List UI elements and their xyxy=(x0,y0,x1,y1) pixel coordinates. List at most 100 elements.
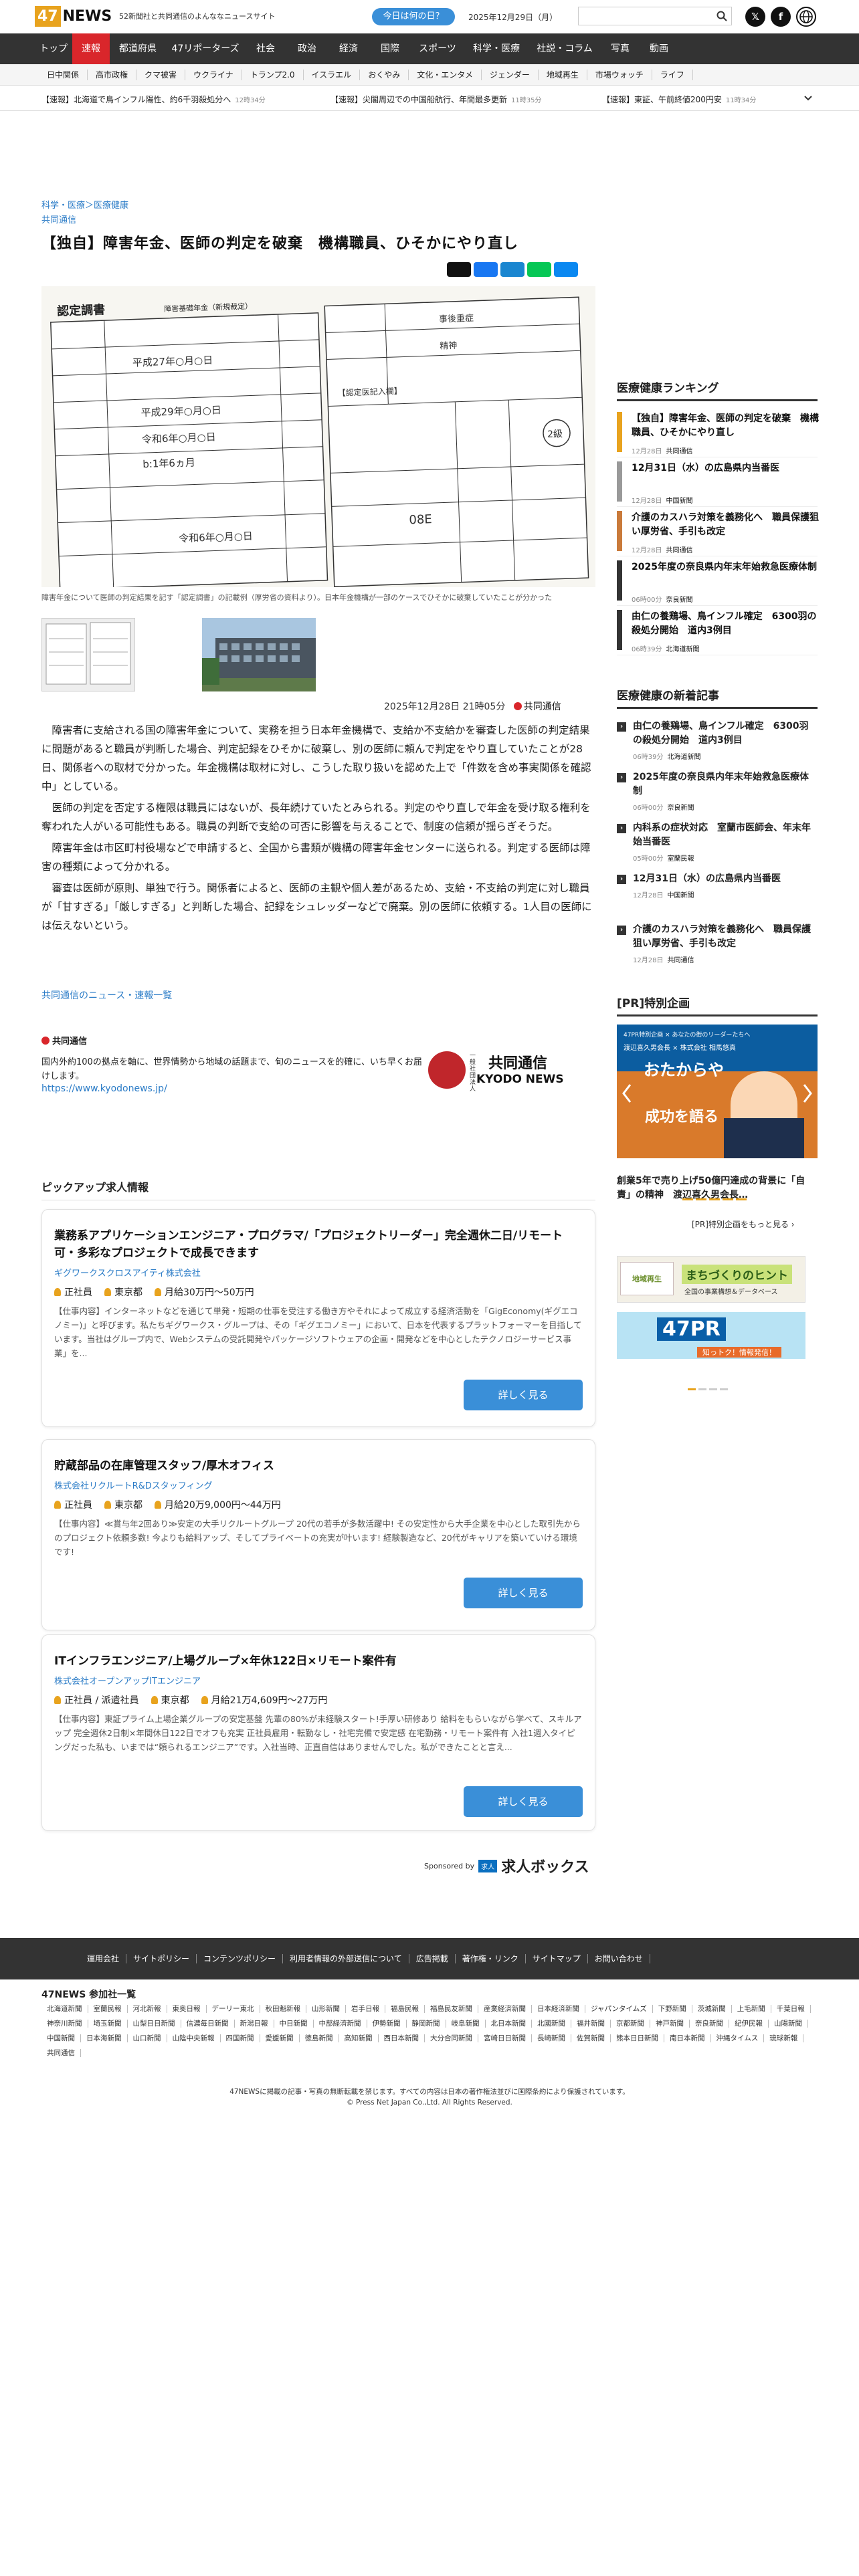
member-link[interactable]: 中部経済新聞 xyxy=(314,2020,367,2028)
carousel-next-icon[interactable] xyxy=(801,1083,814,1103)
member-link[interactable]: 山梨日日新聞 xyxy=(128,2020,181,2028)
ticker-item[interactable]: 【速報】尖閣周辺での中国船航行、年間最多更新 11時35分 xyxy=(330,94,541,105)
job-card[interactable]: 業務系アプリケーションエンジニア・プログラマ/「プロジェクトリーダー」完全週休二… xyxy=(41,1209,595,1427)
share-line-icon[interactable] xyxy=(527,262,551,277)
member-link[interactable]: 山口新聞 xyxy=(128,2034,167,2042)
member-link[interactable]: 大分合同新聞 xyxy=(425,2034,478,2042)
member-link[interactable]: 京都新聞 xyxy=(611,2020,650,2028)
member-link[interactable]: 沖縄タイムス xyxy=(711,2034,765,2042)
today-in-history-button[interactable]: 今日は何の日？ xyxy=(372,8,455,25)
member-link[interactable]: 徳島新聞 xyxy=(300,2034,339,2042)
nav-item[interactable]: 政治 xyxy=(286,33,328,64)
source-link[interactable]: 共同通信 xyxy=(41,213,76,225)
job-details-button[interactable]: 詳しく見る xyxy=(464,1380,583,1410)
nav-item[interactable]: 都道府県 xyxy=(110,33,166,64)
member-link[interactable]: 西日本新聞 xyxy=(379,2034,425,2042)
publisher-url[interactable]: https://www.kyodonews.jp/ xyxy=(41,1083,167,1094)
member-link[interactable]: 河北新報 xyxy=(128,2005,167,2013)
ranking-item[interactable]: 介護のカスハラ対策を義務化へ 職員保護狙い厚労省、手引も改定 12月28日 共同通信 xyxy=(617,507,819,556)
ad-banner-machizukuri[interactable]: 地域再生 まちづくりのヒント 全国の事業構想＆データベース xyxy=(617,1256,805,1303)
carousel-prev-icon[interactable] xyxy=(621,1083,633,1103)
new-article-item[interactable]: › 12月31日（水）の広島県内当番医 12月28日 中国新聞 xyxy=(617,872,818,903)
nav-item[interactable]: 国際 xyxy=(369,33,411,64)
ranking-item[interactable]: 2025年度の奈良県内年末年始救急医療体制 06時00分 奈良新聞 xyxy=(617,556,818,606)
new-article-item[interactable]: › 由仁の養鶏場、鳥インフル確定 6300羽の殺処分開始 道内3例目 06時39分北… xyxy=(617,720,818,764)
pr-more-link[interactable]: [PR]特別企画をもっと見る › xyxy=(692,1218,795,1230)
member-link[interactable]: 秋田魁新報 xyxy=(260,2005,306,2013)
breadcrumb[interactable]: 科学・医療＞医療健康 xyxy=(41,198,128,211)
nav-item[interactable]: 動画 xyxy=(640,33,678,64)
footer-link[interactable]: サイトマップ xyxy=(526,1954,588,1963)
footer-link[interactable]: コンテンツポリシー xyxy=(197,1954,284,1963)
subnav-item[interactable]: 地域再生 xyxy=(539,70,587,80)
search-input[interactable] xyxy=(578,7,732,25)
new-article-item[interactable]: › 2025年度の奈良県内年末年始救急医療体制 06時00分 奈良新聞 xyxy=(617,770,818,815)
facebook-icon[interactable]: f xyxy=(771,7,791,27)
subnav-item[interactable]: おくやみ xyxy=(360,70,409,80)
footer-link[interactable]: お問い合わせ xyxy=(588,1954,650,1963)
footer-link[interactable]: 著作権・リンク xyxy=(456,1954,526,1963)
member-link[interactable]: 北國新聞 xyxy=(532,2020,571,2028)
nav-item[interactable]: 社会 xyxy=(245,33,286,64)
subnav-item[interactable]: ライフ xyxy=(652,70,693,80)
chevron-down-icon[interactable] xyxy=(804,95,812,102)
member-link[interactable]: 岩手日報 xyxy=(346,2005,385,2013)
nav-item[interactable]: 科学・医療 xyxy=(464,33,529,64)
nav-item[interactable]: トップ xyxy=(35,33,72,64)
nav-item[interactable]: 速報 xyxy=(72,33,110,64)
member-link[interactable]: 山陽新聞 xyxy=(769,2020,808,2028)
member-link[interactable]: 信濃毎日新聞 xyxy=(181,2020,235,2028)
subnav-item[interactable]: クマ被害 xyxy=(136,70,186,80)
member-link[interactable]: 奈良新聞 xyxy=(690,2020,729,2028)
share-facebook-icon[interactable] xyxy=(474,262,498,277)
job-card[interactable]: 貯蔵部品の在庫管理スタッフ/厚木オフィス 株式会社リクルートR&Dスタッフィング… xyxy=(41,1439,595,1630)
job-details-button[interactable]: 詳しく見る xyxy=(464,1786,583,1817)
ticker-item[interactable]: 【速報】北海道で鳥インフル陽性、約6千羽殺処分へ 12時34分 xyxy=(41,94,266,105)
member-link[interactable]: 愛媛新聞 xyxy=(260,2034,300,2042)
member-link[interactable]: 北日本新聞 xyxy=(486,2020,532,2028)
ad-banner-47pr[interactable]: 47PR 知っトク！情報発信！ xyxy=(617,1312,805,1359)
member-link[interactable]: 山陰中央新報 xyxy=(167,2034,221,2042)
member-link[interactable]: 中国新聞 xyxy=(41,2034,81,2042)
member-link[interactable]: 北海道新聞 xyxy=(41,2005,88,2013)
member-link[interactable]: 高知新聞 xyxy=(339,2034,379,2042)
share-x-icon[interactable] xyxy=(447,262,471,277)
member-link[interactable]: 東奥日報 xyxy=(167,2005,207,2013)
member-link[interactable]: 日本海新聞 xyxy=(81,2034,128,2042)
member-link[interactable]: 琉球新報 xyxy=(764,2034,804,2042)
member-link[interactable]: 山形新聞 xyxy=(306,2005,346,2013)
ranking-item[interactable]: 12月31日（水）の広島県内当番医 12月28日 中国新聞 xyxy=(617,457,818,507)
nav-item[interactable]: 社説・コラム xyxy=(529,33,601,64)
member-link[interactable]: 熊本日日新聞 xyxy=(611,2034,664,2042)
subnav-item[interactable]: ウクライナ xyxy=(185,70,242,80)
member-link[interactable]: デーリー東北 xyxy=(207,2005,260,2013)
member-link[interactable]: 福島民報 xyxy=(385,2005,425,2013)
more-news-link[interactable]: 共同通信のニュース・速報一覧 xyxy=(41,988,172,1002)
job-title[interactable]: ITインフラエンジニア/上場グループ×年休122日×リモート案件有 xyxy=(54,1652,583,1670)
member-link[interactable]: 室蘭民報 xyxy=(88,2005,128,2013)
member-link[interactable]: 新潟日報 xyxy=(235,2020,274,2028)
member-link[interactable]: 埼玉新聞 xyxy=(88,2020,128,2028)
sponsored-by[interactable]: Sponsored by 求人 求人ボックス xyxy=(424,1855,589,1876)
member-link[interactable]: 中日新聞 xyxy=(274,2020,314,2028)
footer-link[interactable]: 利用者情報の外部送信について xyxy=(283,1954,409,1963)
share-bluesky-icon[interactable] xyxy=(554,262,578,277)
job-title[interactable]: 業務系アプリケーションエンジニア・プログラマ/「プロジェクトリーダー」完全週休二… xyxy=(54,1227,583,1262)
site-logo[interactable]: 47 NEWS xyxy=(35,6,112,27)
share-hatena-icon[interactable] xyxy=(500,262,524,277)
nav-item[interactable]: 47リポーターズ xyxy=(166,33,245,64)
member-link[interactable]: 南日本新聞 xyxy=(664,2034,711,2042)
photo-thumbnail[interactable] xyxy=(202,618,316,691)
nav-item[interactable]: スポーツ xyxy=(411,33,464,64)
subnav-item[interactable]: トランプ2.0 xyxy=(242,70,304,80)
nav-item[interactable]: 写真 xyxy=(601,33,640,64)
footer-link[interactable]: 運用会社 xyxy=(80,1954,127,1963)
job-card[interactable]: ITインフラエンジニア/上場グループ×年休122日×リモート案件有 株式会社オー… xyxy=(41,1634,595,1831)
subnav-item[interactable]: ジェンダー xyxy=(482,70,539,80)
member-link[interactable]: 宮崎日日新聞 xyxy=(478,2034,532,2042)
job-details-button[interactable]: 詳しく見る xyxy=(464,1578,583,1608)
kyodo-news-logo[interactable]: 一般社団法人 共同通信 KYODO NEWS xyxy=(428,1049,595,1093)
pr-carousel[interactable]: 47PR特別企画 × あなたの街のリーダーたちへ 渡辺喜久男会長 × 株式会社 … xyxy=(617,1025,818,1158)
ranking-item[interactable]: 由仁の養鶏場、鳥インフル確定 6300羽の殺処分開始 道内3例目 06時39分 北海… xyxy=(617,606,818,655)
subnav-item[interactable]: 文化・エンタメ xyxy=(409,70,482,80)
